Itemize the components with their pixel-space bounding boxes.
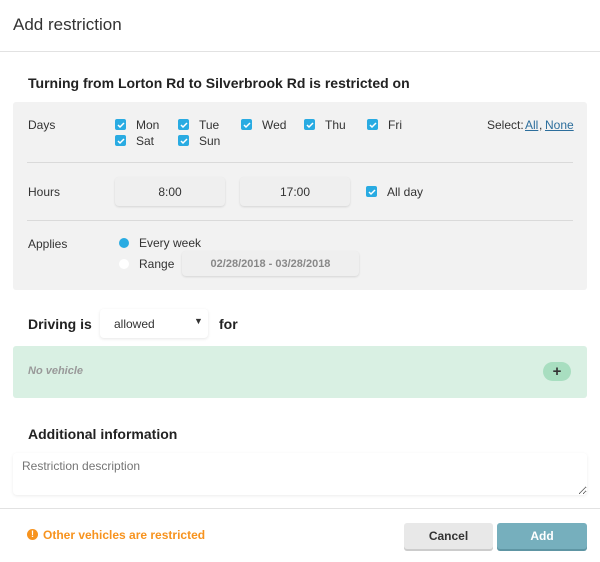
restriction-description-input[interactable] <box>13 453 587 495</box>
divider <box>27 220 573 221</box>
day-label: Tue <box>199 118 220 132</box>
check-icon <box>242 121 251 128</box>
divider <box>0 51 600 52</box>
day-label: Mon <box>136 118 160 132</box>
additional-heading: Additional information <box>28 426 178 442</box>
day-label: Sat <box>136 134 155 148</box>
day-label: Sun <box>199 134 221 148</box>
cancel-button[interactable]: Cancel <box>404 523 493 549</box>
check-icon <box>179 137 188 144</box>
day-checkbox-sat[interactable] <box>115 135 126 146</box>
days-label: Days <box>28 118 56 132</box>
warning-text: Other vehicles are restricted <box>43 528 206 542</box>
select-all-link[interactable]: All <box>525 118 538 132</box>
warning-icon: ! <box>27 529 38 540</box>
day-checkbox-wed[interactable] <box>241 119 252 130</box>
select-none-link[interactable]: None <box>545 118 574 132</box>
add-button[interactable]: Add <box>497 523 587 549</box>
every-week-radio[interactable] <box>119 238 129 248</box>
caret-down-icon: ▼ <box>194 316 203 326</box>
day-label: Fri <box>388 118 402 132</box>
all-day-label: All day <box>387 185 424 199</box>
separator: , <box>539 118 543 132</box>
dialog-title: Add restriction <box>13 15 122 34</box>
applies-label: Applies <box>28 237 68 251</box>
date-range-input[interactable]: 02/28/2018 - 03/28/2018 <box>182 251 359 276</box>
plus-icon: + <box>552 363 562 380</box>
day-checkbox-sun[interactable] <box>178 135 189 146</box>
every-week-label: Every week <box>139 236 202 250</box>
all-day-checkbox[interactable] <box>366 186 377 197</box>
check-icon <box>116 121 125 128</box>
day-label: Wed <box>262 118 287 132</box>
driving-select[interactable]: allowed ▼ <box>100 309 208 338</box>
restriction-heading: Turning from Lorton Rd to Silverbrook Rd… <box>28 75 410 91</box>
check-icon <box>179 121 188 128</box>
driving-label: Driving is <box>28 316 92 332</box>
hours-label: Hours <box>28 185 61 199</box>
check-icon <box>116 137 125 144</box>
range-radio[interactable] <box>119 259 129 269</box>
add-vehicle-button[interactable]: + <box>543 362 571 381</box>
vehicle-panel <box>13 346 587 398</box>
divider <box>27 162 573 163</box>
day-checkbox-tue[interactable] <box>178 119 189 130</box>
divider <box>0 508 600 509</box>
day-checkbox-thu[interactable] <box>304 119 315 130</box>
check-icon <box>305 121 314 128</box>
day-label: Thu <box>325 118 346 132</box>
hours-from-input[interactable]: 8:00 <box>115 177 225 206</box>
select-label: Select: <box>487 118 524 132</box>
check-icon <box>367 188 376 195</box>
for-label: for <box>219 316 238 332</box>
check-icon <box>368 121 377 128</box>
driving-select-value: allowed <box>114 317 155 331</box>
day-checkbox-mon[interactable] <box>115 119 126 130</box>
hours-to-input[interactable]: 17:00 <box>240 177 350 206</box>
no-vehicle-text: No vehicle <box>28 365 84 377</box>
day-checkbox-fri[interactable] <box>367 119 378 130</box>
range-label: Range <box>139 257 175 271</box>
